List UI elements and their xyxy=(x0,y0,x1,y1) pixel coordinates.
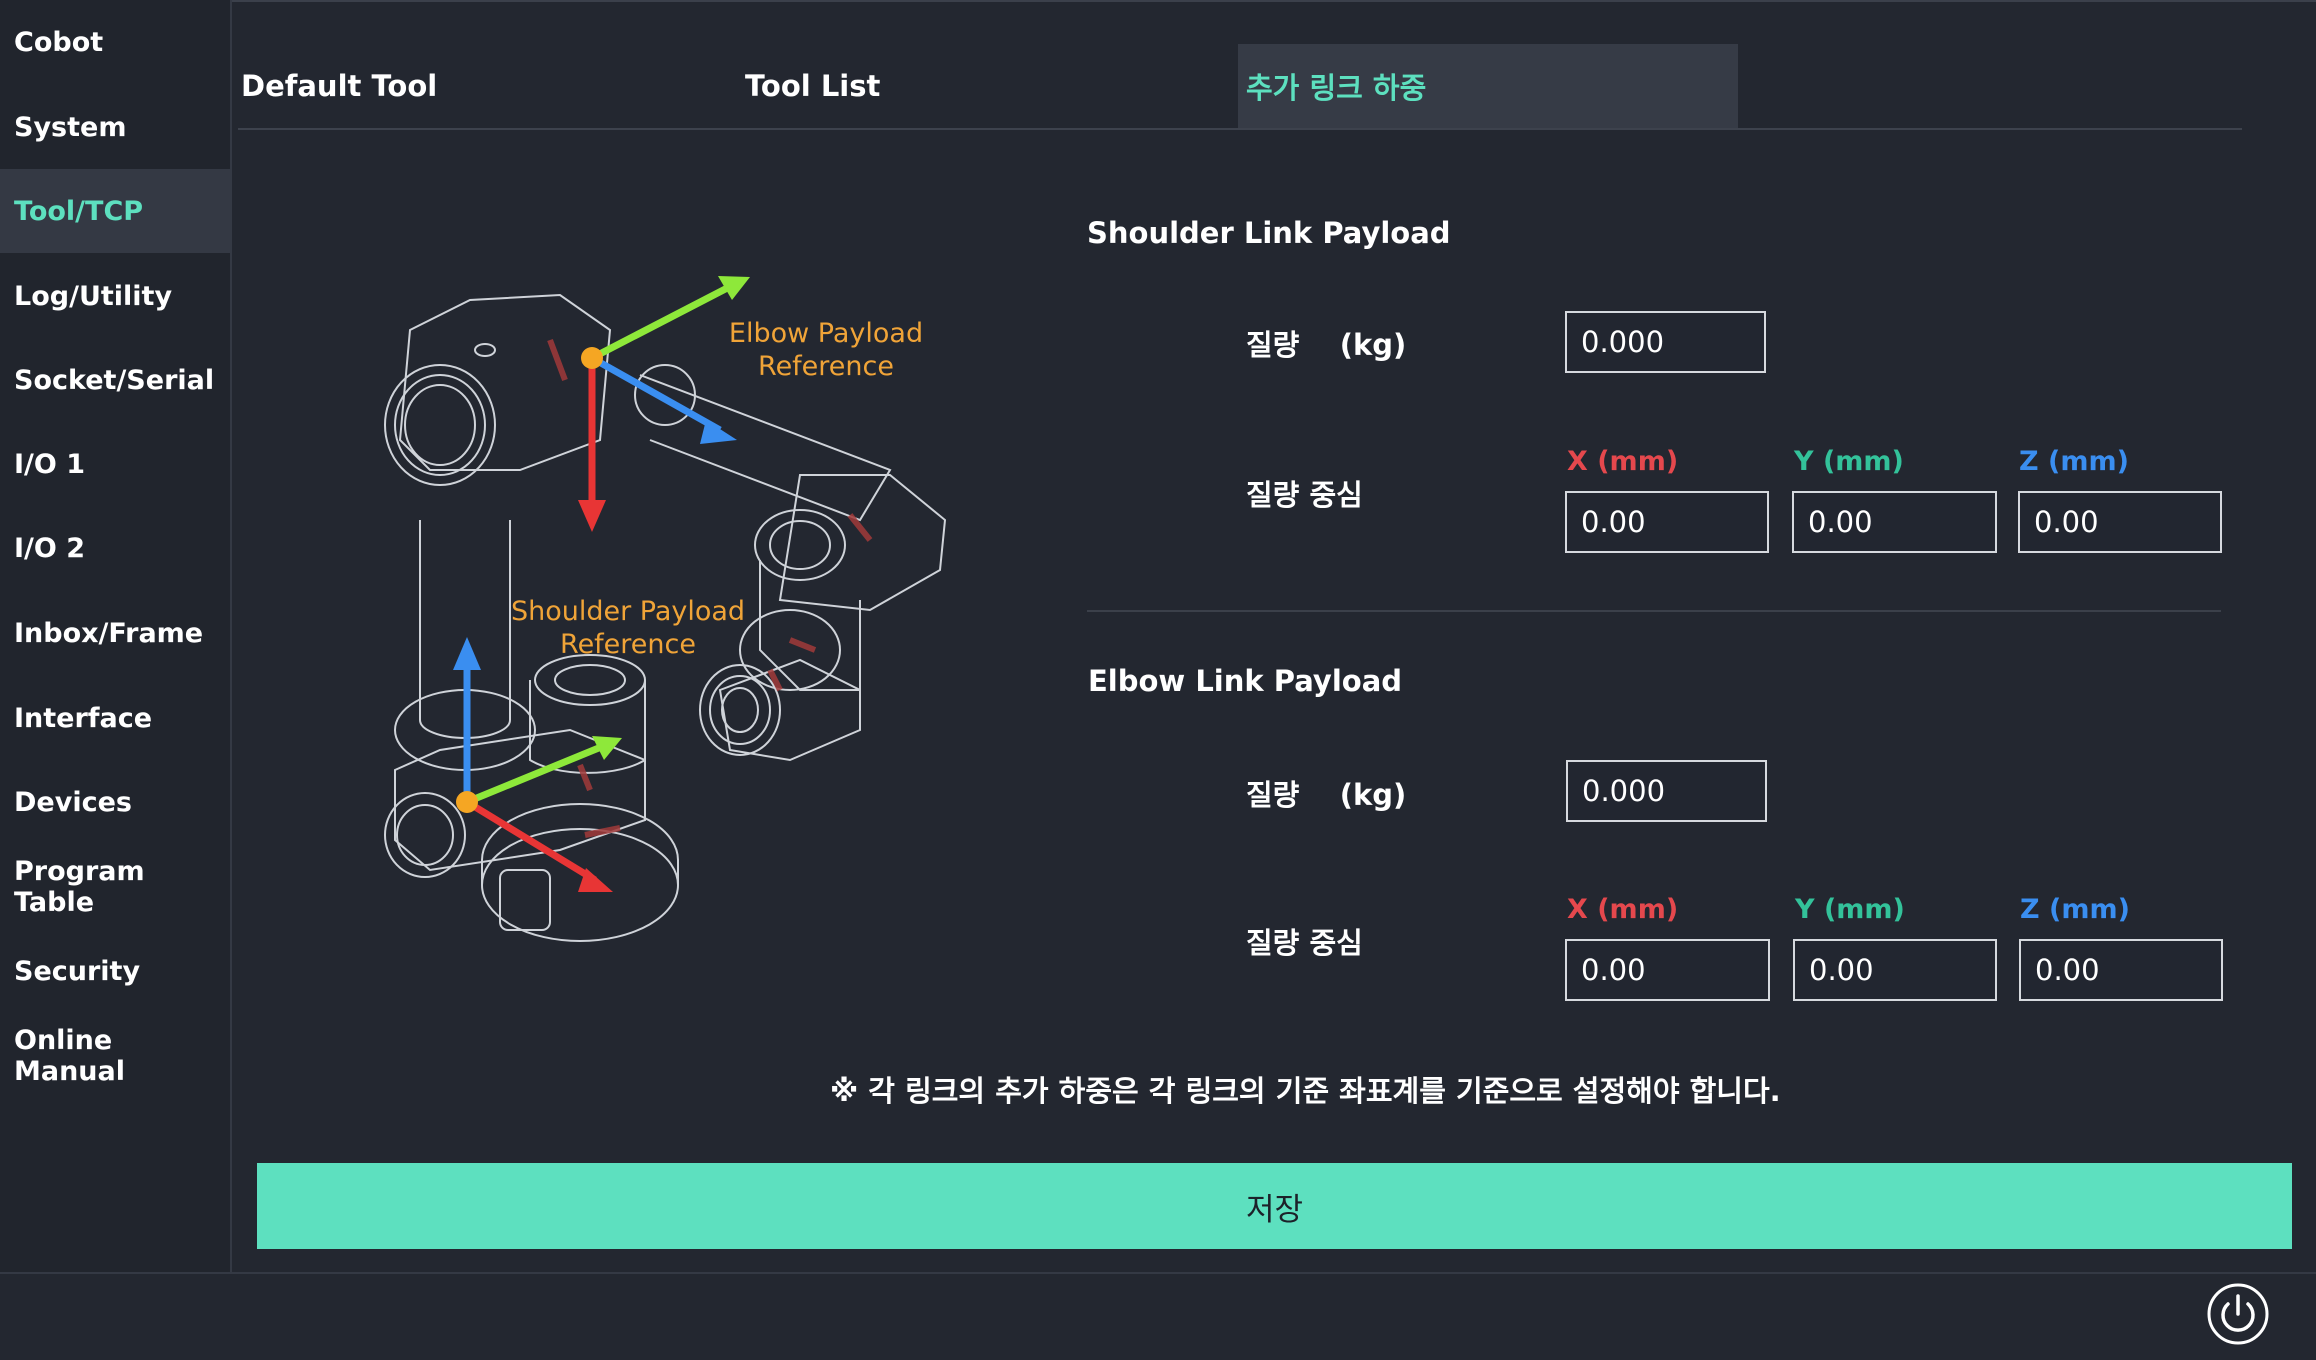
elbow-x-input[interactable] xyxy=(1565,939,1770,1001)
elbow-y-label: Y (mm) xyxy=(1795,894,1905,925)
app-root: Cobot System Tool/TCP Log/Utility Socket… xyxy=(0,0,2316,1360)
sidebar-item-devices[interactable]: Devices xyxy=(0,760,232,844)
bottom-bar xyxy=(0,1272,2316,1360)
elbow-reference-label-line1: Elbow Payload xyxy=(729,318,923,349)
shoulder-x-label: X (mm) xyxy=(1567,446,1679,477)
top-divider xyxy=(0,0,2316,2)
elbow-center-of-mass-label: 질량 중심 xyxy=(1246,926,1363,960)
shoulder-y-label: Y (mm) xyxy=(1794,446,1904,477)
sidebar-item-tool-tcp[interactable]: Tool/TCP xyxy=(0,169,232,253)
shoulder-z-input[interactable] xyxy=(2018,491,2222,553)
shoulder-section-title: Shoulder Link Payload xyxy=(1087,216,1451,250)
section-divider xyxy=(1087,610,2221,612)
sidebar-item-inbox-frame[interactable]: Inbox/Frame xyxy=(0,591,232,675)
shoulder-reference-label-line2: Reference xyxy=(560,629,696,660)
power-icon[interactable] xyxy=(2206,1282,2270,1346)
sidebar-item-log-utility[interactable]: Log/Utility xyxy=(0,254,232,338)
sidebar-item-online-manual[interactable]: Online Manual xyxy=(0,1014,232,1098)
elbow-y-input[interactable] xyxy=(1793,939,1997,1001)
tab-additional-link-payload[interactable]: 추가 링크 하중 xyxy=(1238,44,1738,128)
sidebar: Cobot System Tool/TCP Log/Utility Socket… xyxy=(0,0,232,1272)
elbow-section-title: Elbow Link Payload xyxy=(1088,664,1403,698)
robot-arm-illustration: Elbow Payload Reference Shoulder Payload… xyxy=(384,276,947,942)
shoulder-y-input[interactable] xyxy=(1792,491,1997,553)
sidebar-item-io-2[interactable]: I/O 2 xyxy=(0,506,232,590)
shoulder-z-label: Z (mm) xyxy=(2019,446,2129,477)
sidebar-item-program-table[interactable]: Program Table xyxy=(0,845,232,929)
sidebar-item-socket-serial[interactable]: Socket/Serial xyxy=(0,338,232,422)
sidebar-item-interface[interactable]: Interface xyxy=(0,676,232,760)
elbow-x-label: X (mm) xyxy=(1567,894,1679,925)
tab-tool-list[interactable]: Tool List xyxy=(745,44,1225,128)
elbow-z-input[interactable] xyxy=(2019,939,2223,1001)
elbow-mass-label: 질량 (kg) xyxy=(1246,778,1407,812)
reference-frame-note: ※ 각 링크의 추가 하중은 각 링크의 기준 좌표계를 기준으로 설정해야 합… xyxy=(830,1074,1781,1108)
shoulder-center-of-mass-label: 질량 중심 xyxy=(1246,478,1363,512)
sidebar-item-io-1[interactable]: I/O 1 xyxy=(0,422,232,506)
shoulder-x-input[interactable] xyxy=(1565,491,1769,553)
elbow-reference-label-line2: Reference xyxy=(758,351,894,382)
sidebar-item-cobot[interactable]: Cobot xyxy=(0,0,232,84)
tab-divider xyxy=(238,128,2242,130)
shoulder-reference-label-line1: Shoulder Payload xyxy=(511,596,745,627)
tab-default-tool[interactable]: Default Tool xyxy=(241,44,721,128)
save-button[interactable]: 저장 xyxy=(257,1163,2292,1249)
elbow-z-label: Z (mm) xyxy=(2020,894,2130,925)
shoulder-mass-input[interactable] xyxy=(1565,311,1766,373)
elbow-mass-input[interactable] xyxy=(1566,760,1767,822)
sidebar-item-system[interactable]: System xyxy=(0,85,232,169)
sidebar-item-security[interactable]: Security xyxy=(0,929,232,1013)
shoulder-mass-label: 질량 (kg) xyxy=(1246,328,1407,362)
